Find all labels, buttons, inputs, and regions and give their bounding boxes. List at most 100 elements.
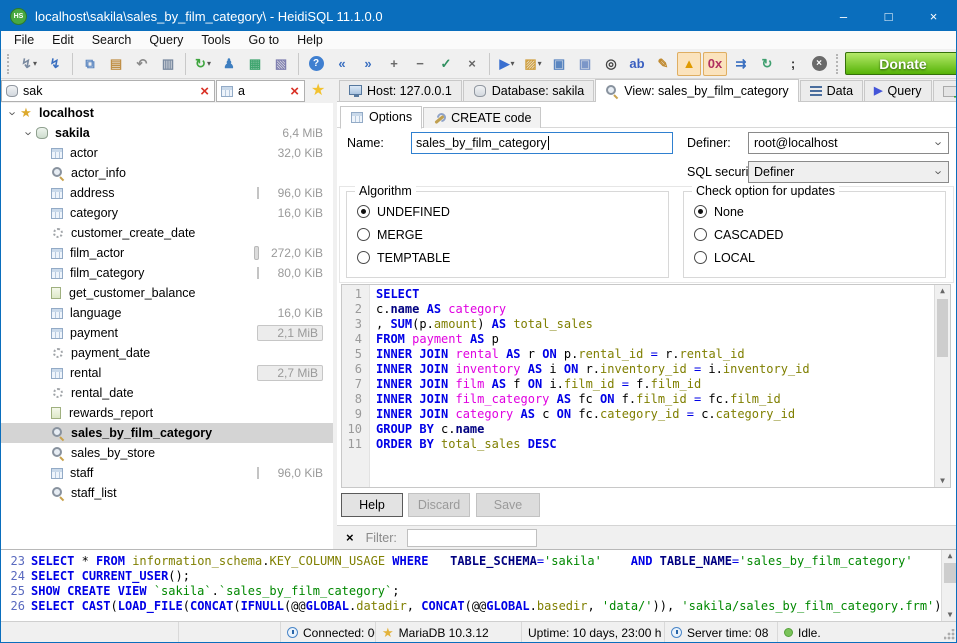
copy-button[interactable]: ⧉ [78, 52, 102, 76]
tree-node-language[interactable]: language16,0 KiB [1, 303, 333, 323]
table-filter-box[interactable]: a × [216, 80, 305, 102]
reconnect-button[interactable]: ↻ [755, 52, 779, 76]
tree-node-get-customer-balance[interactable]: get_customer_balance [1, 283, 333, 303]
tree-node-payment-date[interactable]: payment_date [1, 343, 333, 363]
resize-grip-handle[interactable] [944, 629, 955, 640]
radio-temptable[interactable] [357, 251, 370, 264]
radio-undefined[interactable] [357, 205, 370, 218]
view-name-input[interactable]: sales_by_film_category [411, 132, 673, 154]
donate-button[interactable]: Donate [845, 52, 957, 75]
radio-merge[interactable] [357, 228, 370, 241]
single-queries-button[interactable]: ; [781, 52, 805, 76]
tree-node-sales-by-film-category[interactable]: sales_by_film_category [1, 423, 333, 443]
scrollbar-thumb[interactable] [944, 563, 956, 583]
tab-database-sakila[interactable]: Database: sakila [463, 80, 594, 101]
radio-option-undefined[interactable]: UNDEFINED [357, 204, 668, 219]
scrollbar-thumb[interactable] [937, 299, 948, 357]
session-filter-input[interactable]: sak [19, 84, 198, 98]
tree-node-staff[interactable]: staff96,0 KiB [1, 463, 333, 483]
warn-dialogs-button[interactable]: ▲ [677, 52, 701, 76]
load-sql-file-button[interactable]: ▨▾ [521, 52, 545, 76]
expand-chevron-icon[interactable]: › [23, 127, 36, 139]
radio-option-temptable[interactable]: TEMPTABLE [357, 250, 668, 265]
toolbar-drag-handle[interactable] [7, 54, 12, 74]
tree-node-payment[interactable]: payment2,1 MiB [1, 323, 333, 343]
last-record-button[interactable]: » [356, 52, 380, 76]
menu-query[interactable]: Query [140, 32, 192, 48]
maximize-button[interactable]: □ [866, 1, 911, 31]
clear-table-filter-icon[interactable]: × [288, 84, 301, 99]
favorites-star-icon[interactable]: ★ [311, 83, 325, 99]
tree-node-actor[interactable]: actor32,0 KiB [1, 143, 333, 163]
tree-node-rewards-report[interactable]: rewards_report [1, 403, 333, 423]
menu-search[interactable]: Search [83, 32, 141, 48]
tree-node-film-category[interactable]: film_category80,0 KiB [1, 263, 333, 283]
tree-node-category[interactable]: category16,0 KiB [1, 203, 333, 223]
close-filter-icon[interactable]: × [346, 531, 354, 544]
menu-file[interactable]: File [5, 32, 43, 48]
print-button[interactable]: ▥ [156, 52, 180, 76]
discard-button[interactable]: Discard [408, 493, 470, 517]
post-changes-button[interactable]: ✓ [434, 52, 458, 76]
radio-local[interactable] [694, 251, 707, 264]
tree-node-film-actor[interactable]: film_actor272,0 KiB [1, 243, 333, 263]
delete-record-button[interactable]: − [408, 52, 432, 76]
find-text-button[interactable]: ◎ [599, 52, 623, 76]
save-sql-as-button[interactable]: ▣ [573, 52, 597, 76]
insert-record-button[interactable]: + [382, 52, 406, 76]
cancel-editing-button[interactable]: × [460, 52, 484, 76]
radio-option-local[interactable]: LOCAL [694, 250, 945, 265]
close-button[interactable]: × [911, 1, 956, 31]
radio-none[interactable] [694, 205, 707, 218]
log-scrollbar[interactable]: ▲ ▼ [941, 550, 957, 621]
replace-text-button[interactable]: ab [625, 52, 649, 76]
menu-tools[interactable]: Tools [192, 32, 239, 48]
scroll-down-icon[interactable]: ▼ [942, 609, 957, 621]
reformat-sql-button[interactable]: ✎ [651, 52, 675, 76]
refresh-button[interactable]: ↻▾ [191, 52, 215, 76]
data-export-button[interactable]: ▧ [269, 52, 293, 76]
radio-option-merge[interactable]: MERGE [357, 227, 668, 242]
tree-node-sales-by-store[interactable]: sales_by_store [1, 443, 333, 463]
table-filter-input[interactable]: a [234, 84, 288, 98]
tree-node-staff-list[interactable]: staff_list [1, 483, 333, 503]
help-button[interactable]: ? [304, 52, 328, 76]
paste-button[interactable]: ▤ [104, 52, 128, 76]
bind-parameters-button[interactable]: ⇉ [729, 52, 753, 76]
tab-data[interactable]: Data [800, 80, 863, 101]
expand-chevron-icon[interactable]: › [7, 107, 20, 119]
session-filter-box[interactable]: sak × [1, 80, 215, 102]
tree-node-address[interactable]: address96,0 KiB [1, 183, 333, 203]
execute-sql-button[interactable]: ▶▾ [495, 52, 519, 76]
menu-help[interactable]: Help [288, 32, 332, 48]
tab-query[interactable]: ▶Query [864, 80, 932, 101]
donate-drag-handle[interactable] [836, 54, 841, 74]
tree-node-actor-info[interactable]: actor_info [1, 163, 333, 183]
save-sql-button[interactable]: ▣ [547, 52, 571, 76]
scroll-up-icon[interactable]: ▲ [942, 550, 957, 562]
user-manager-button[interactable]: ♟ [217, 52, 241, 76]
help-button[interactable]: Help [341, 493, 403, 517]
filter-input[interactable] [407, 529, 537, 547]
radio-cascaded[interactable] [694, 228, 707, 241]
tree-node-sakila[interactable]: ›sakila6,4 MiB [1, 123, 333, 143]
menu-edit[interactable]: Edit [43, 32, 83, 48]
tree-node-rental-date[interactable]: rental_date [1, 383, 333, 403]
tree-node-customer-create-date[interactable]: customer_create_date [1, 223, 333, 243]
disconnect-button[interactable]: ↯ [43, 52, 67, 76]
minimize-button[interactable]: – [821, 1, 866, 31]
scroll-up-icon[interactable]: ▲ [935, 285, 950, 297]
tree-node-localhost[interactable]: ›★localhost [1, 103, 333, 123]
sql-editor[interactable]: 1SELECT2c.name AS category3, SUM(p.amoun… [341, 284, 951, 488]
scroll-down-icon[interactable]: ▼ [935, 475, 950, 487]
menu-go-to[interactable]: Go to [240, 32, 289, 48]
editor-scrollbar[interactable]: ▲ ▼ [934, 285, 950, 487]
radio-option-none[interactable]: None [694, 204, 945, 219]
first-record-button[interactable]: « [330, 52, 354, 76]
export-database-button[interactable]: ▦ [243, 52, 267, 76]
tree-node-rental[interactable]: rental2,7 MiB [1, 363, 333, 383]
sql-security-combobox[interactable]: Definer › [748, 161, 949, 183]
tab-host-127-0-0-1[interactable]: Host: 127.0.0.1 [339, 80, 462, 101]
tab-create-code[interactable]: CREATE code [423, 107, 541, 128]
definer-combobox[interactable]: root@localhost › [748, 132, 949, 154]
